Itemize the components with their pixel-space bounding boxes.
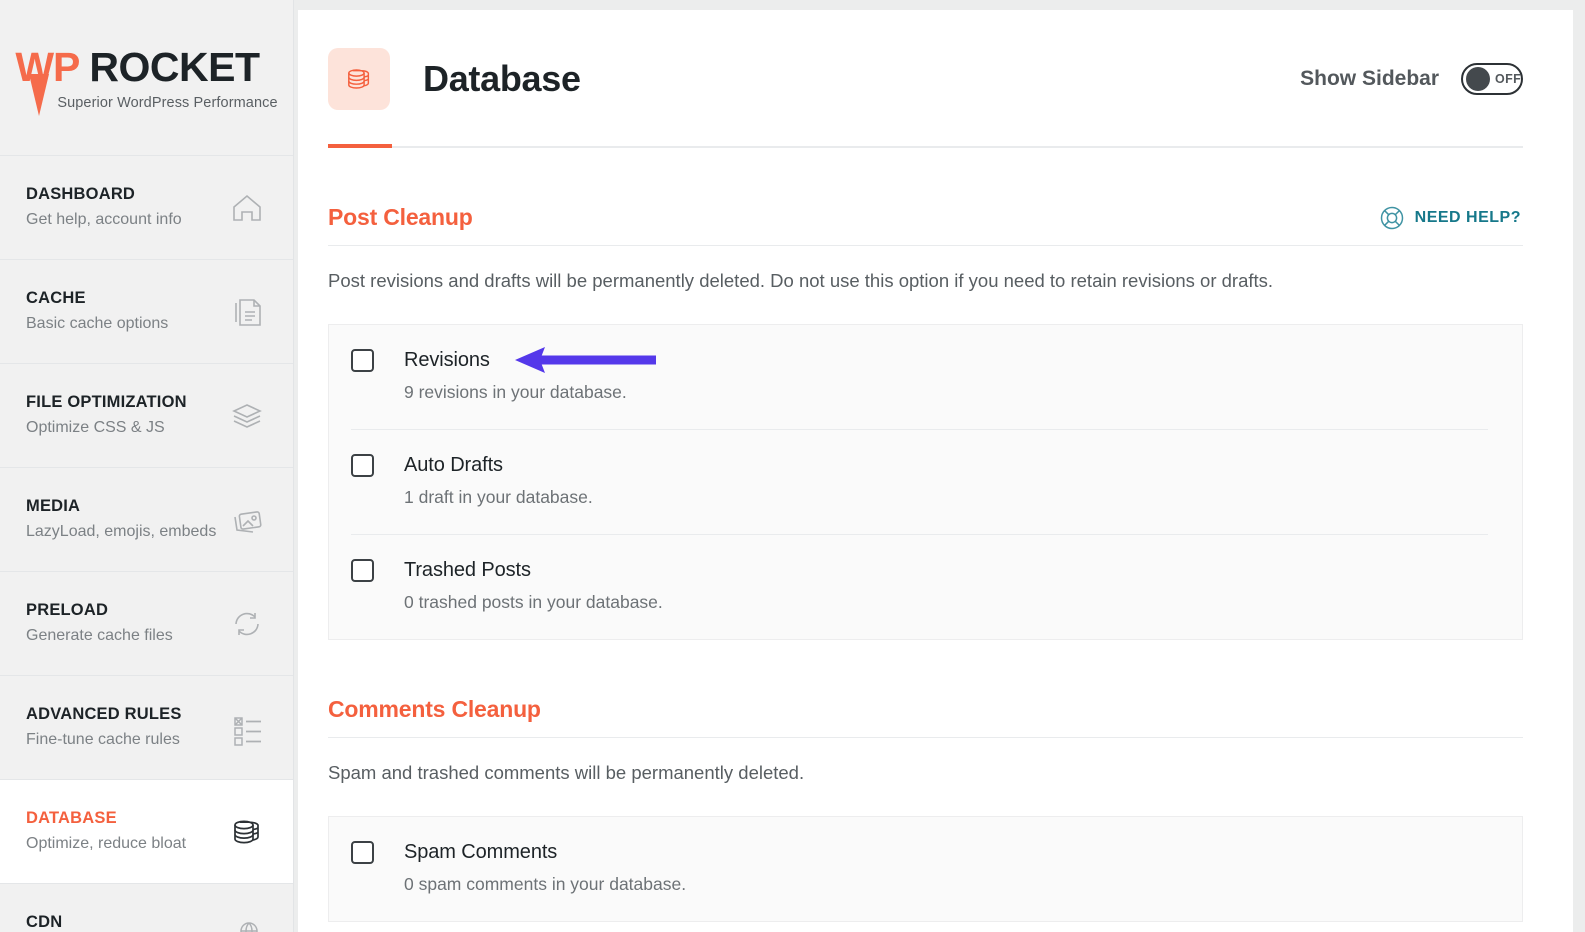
sidebar-item-desc: Optimize, reduce bloat — [26, 834, 186, 855]
refresh-icon — [227, 604, 267, 644]
logo-tagline: Superior WordPress Performance — [57, 95, 277, 111]
revisions-checkbox[interactable] — [351, 349, 374, 372]
section-comments-cleanup: Comments Cleanup Spam and trashed commen… — [328, 696, 1523, 922]
show-sidebar-toggle[interactable]: OFF — [1461, 63, 1523, 95]
logo-wp-text: WP — [15, 44, 79, 91]
sidebar-item-title: MEDIA — [26, 496, 216, 517]
section-header: Comments Cleanup — [328, 696, 1523, 738]
lifering-icon — [1379, 205, 1405, 231]
option-row-revisions: Revisions 9 revisions in your database. — [351, 325, 1488, 430]
document-icon — [227, 292, 267, 332]
sidebar-item-desc: Fine-tune cache rules — [26, 730, 182, 751]
option-label: Trashed Posts — [404, 559, 531, 582]
option-description: 0 spam comments in your database. — [404, 874, 1488, 895]
section-description: Post revisions and drafts will be perman… — [328, 268, 1523, 294]
sidebar-item-cache[interactable]: CACHE Basic cache options — [0, 260, 293, 364]
layers-icon — [227, 396, 267, 436]
content-panel: Database Show Sidebar OFF Post Cleanup — [298, 10, 1573, 932]
home-icon — [227, 188, 267, 228]
toggle-state-label: OFF — [1495, 72, 1521, 86]
sidebar-item-title: FILE OPTIMIZATION — [26, 392, 187, 413]
sidebar-item-advanced-rules[interactable]: ADVANCED RULES Fine-tune cache rules — [0, 676, 293, 780]
section-description: Spam and trashed comments will be perman… — [328, 760, 1523, 786]
option-row-auto-drafts: Auto Drafts 1 draft in your database. — [351, 430, 1488, 535]
options-card: Spam Comments 0 spam comments in your da… — [328, 816, 1523, 922]
section-post-cleanup: Post Cleanup NEED HELP? Post revisions a… — [328, 204, 1523, 640]
sidebar-item-title: PRELOAD — [26, 600, 173, 621]
spam-comments-checkbox[interactable] — [351, 841, 374, 864]
page-title: Database — [423, 58, 581, 100]
app-root: WP ROCKET Superior WordPress Performance… — [0, 0, 1585, 932]
auto-drafts-checkbox[interactable] — [351, 454, 374, 477]
sidebar-item-desc: Get help, account info — [26, 210, 182, 231]
sidebar-item-title: CDN — [26, 912, 164, 932]
option-label: Spam Comments — [404, 841, 557, 864]
option-description: 0 trashed posts in your database. — [404, 592, 1488, 613]
option-description: 1 draft in your database. — [404, 487, 1488, 508]
sidebar-item-desc: LazyLoad, emojis, embeds — [26, 522, 216, 543]
option-row-spam-comments: Spam Comments 0 spam comments in your da… — [351, 817, 1488, 921]
cdn-globe-icon — [227, 916, 267, 932]
annotation-arrow-left-icon — [511, 345, 659, 375]
main-area: Database Show Sidebar OFF Post Cleanup — [294, 0, 1585, 932]
sidebar: WP ROCKET Superior WordPress Performance… — [0, 0, 294, 932]
sidebar-item-database[interactable]: DATABASE Optimize, reduce bloat — [0, 780, 293, 884]
sidebar-item-title: ADVANCED RULES — [26, 704, 182, 725]
section-header: Post Cleanup NEED HELP? — [328, 204, 1523, 246]
sidebar-item-preload[interactable]: PRELOAD Generate cache files — [0, 572, 293, 676]
toggle-knob — [1466, 67, 1490, 91]
sidebar-item-file-optimization[interactable]: FILE OPTIMIZATION Optimize CSS & JS — [0, 364, 293, 468]
page-header: Database Show Sidebar OFF — [328, 10, 1523, 110]
sidebar-item-title: CACHE — [26, 288, 168, 309]
header-controls: Show Sidebar OFF — [1300, 63, 1523, 95]
show-sidebar-label: Show Sidebar — [1300, 67, 1439, 91]
checklist-icon — [227, 708, 267, 748]
brand-logo: WP ROCKET Superior WordPress Performance — [0, 0, 293, 156]
trashed-posts-checkbox[interactable] — [351, 559, 374, 582]
option-label: Auto Drafts — [404, 454, 503, 477]
need-help-link[interactable]: NEED HELP? — [1379, 205, 1523, 231]
database-icon — [227, 812, 267, 852]
sidebar-item-title: DATABASE — [26, 808, 186, 829]
sidebar-item-dashboard[interactable]: DASHBOARD Get help, account info — [0, 156, 293, 260]
photos-icon — [227, 500, 267, 540]
tab-underline — [328, 146, 1523, 148]
database-icon — [328, 48, 390, 110]
sidebar-item-desc: Basic cache options — [26, 314, 168, 335]
section-title: Comments Cleanup — [328, 696, 541, 723]
logo-rocket-text: ROCKET — [89, 44, 259, 91]
sidebar-item-cdn[interactable]: CDN Integrate your CDN — [0, 884, 293, 932]
option-row-trashed-posts: Trashed Posts 0 trashed posts in your da… — [351, 535, 1488, 639]
sidebar-item-title: DASHBOARD — [26, 184, 182, 205]
option-label: Revisions — [404, 349, 490, 372]
section-title: Post Cleanup — [328, 204, 473, 231]
need-help-label: NEED HELP? — [1415, 209, 1521, 227]
sidebar-item-media[interactable]: MEDIA LazyLoad, emojis, embeds — [0, 468, 293, 572]
options-card: Revisions 9 revisions in your database. — [328, 324, 1523, 640]
sidebar-item-desc: Optimize CSS & JS — [26, 418, 187, 439]
sidebar-item-desc: Generate cache files — [26, 626, 173, 647]
option-description: 9 revisions in your database. — [404, 382, 1488, 403]
